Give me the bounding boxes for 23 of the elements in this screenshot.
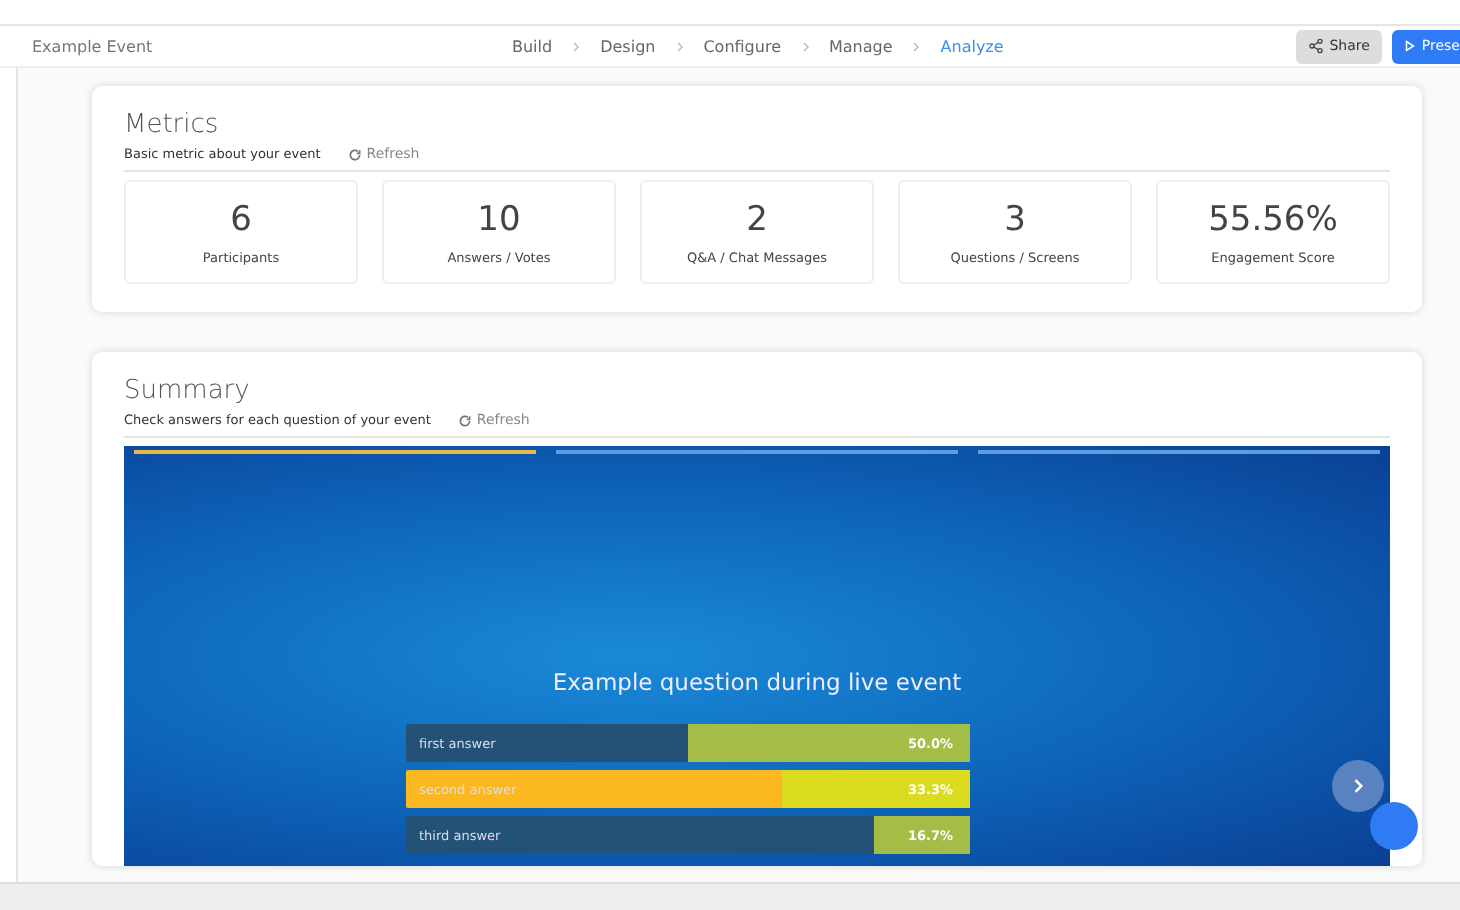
metric-value: 3 — [1004, 199, 1026, 239]
step-tab[interactable]: Design — [600, 37, 656, 55]
metric-value: 6 — [230, 199, 252, 239]
metric-value: 2 — [746, 199, 768, 239]
chat-button[interactable] — [1370, 802, 1418, 850]
refresh-icon — [348, 147, 363, 161]
section-title: Metrics — [124, 110, 221, 140]
metric-value: 55.56% — [1208, 199, 1338, 239]
refresh-icon — [458, 413, 473, 427]
step-tab[interactable]: Build — [512, 37, 553, 55]
share-icon — [1307, 38, 1324, 54]
play-icon — [1403, 40, 1416, 52]
event-title: Example Event — [32, 37, 155, 55]
step-tab[interactable]: Configure — [703, 37, 781, 55]
section-title: Summary — [124, 376, 252, 406]
question-text: Example question during live event — [552, 668, 962, 696]
chevron-icon — [675, 41, 684, 51]
step-tab[interactable]: Manage — [829, 37, 893, 55]
chevron-icon — [801, 41, 809, 51]
step-tab[interactable]: Analyze — [940, 37, 1004, 55]
chevron-icon — [572, 41, 581, 51]
chevron-icon — [912, 41, 921, 51]
metric-value: 10 — [477, 199, 521, 239]
